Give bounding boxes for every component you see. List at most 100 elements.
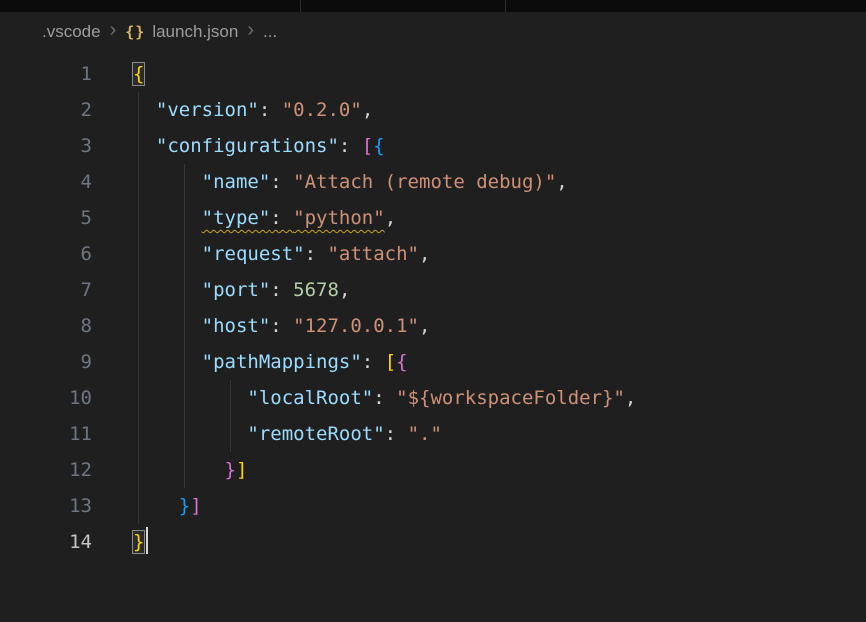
- code-line[interactable]: 3 "configurations": [{: [0, 128, 866, 164]
- indent-guide: [138, 344, 139, 380]
- code-line[interactable]: 13 }]: [0, 488, 866, 524]
- code-token: [133, 171, 202, 193]
- code-line[interactable]: 6 "request": "attach",: [0, 236, 866, 272]
- code-line[interactable]: 14}: [0, 524, 866, 560]
- code-line[interactable]: 12 }]: [0, 452, 866, 488]
- code-token: "attach": [327, 243, 419, 265]
- breadcrumb-folder[interactable]: .vscode: [42, 22, 101, 42]
- matched-bracket: {: [133, 63, 144, 85]
- code-token: [133, 459, 225, 481]
- code-token: "name": [202, 171, 271, 193]
- code-token: 5678: [293, 279, 339, 301]
- code-line[interactable]: 9 "pathMappings": [{: [0, 344, 866, 380]
- line-number[interactable]: 6: [0, 236, 92, 272]
- code-token: "pathMappings": [202, 351, 362, 373]
- code-token: :: [270, 207, 293, 229]
- code-token: :: [339, 135, 362, 157]
- code-line[interactable]: 4 "name": "Attach (remote debug)",: [0, 164, 866, 200]
- code-token: {: [373, 135, 384, 157]
- code-line-content[interactable]: "host": "127.0.0.1",: [92, 308, 866, 344]
- code-token: }: [179, 495, 190, 517]
- breadcrumb-more[interactable]: ...: [263, 22, 277, 42]
- code-line[interactable]: 1{: [0, 56, 866, 92]
- line-number[interactable]: 8: [0, 308, 92, 344]
- indent-guide: [184, 380, 185, 416]
- indent-guide: [138, 236, 139, 272]
- indent-guide: [184, 164, 185, 200]
- code-line-content[interactable]: "localRoot": "${workspaceFolder}",: [92, 380, 866, 416]
- code-token: :: [305, 243, 328, 265]
- code-line-content[interactable]: "type": "python",: [92, 200, 866, 236]
- code-token: [133, 351, 202, 373]
- code-token: "request": [202, 243, 305, 265]
- code-line-content[interactable]: "version": "0.2.0",: [92, 92, 866, 128]
- code-line-content[interactable]: }: [92, 524, 866, 560]
- line-number[interactable]: 1: [0, 56, 92, 92]
- line-number[interactable]: 4: [0, 164, 92, 200]
- code-token: "type": [202, 207, 271, 229]
- code-token: [133, 279, 202, 301]
- code-token: "0.2.0": [282, 99, 362, 121]
- code-token: :: [362, 351, 385, 373]
- code-line-content[interactable]: "request": "attach",: [92, 236, 866, 272]
- code-token: "Attach (remote debug)": [293, 171, 556, 193]
- line-number[interactable]: 9: [0, 344, 92, 380]
- code-editor[interactable]: 1{2 "version": "0.2.0",3 "configurations…: [0, 52, 866, 560]
- line-number[interactable]: 14: [0, 524, 92, 560]
- code-token: [: [385, 351, 396, 373]
- code-token: :: [259, 99, 282, 121]
- code-token: "python": [293, 207, 385, 229]
- code-line-content[interactable]: "pathMappings": [{: [92, 344, 866, 380]
- code-line[interactable]: 10 "localRoot": "${workspaceFolder}",: [0, 380, 866, 416]
- line-number[interactable]: 13: [0, 488, 92, 524]
- code-token: ]: [190, 495, 201, 517]
- line-number[interactable]: 10: [0, 380, 92, 416]
- code-token: ,: [419, 315, 430, 337]
- code-line[interactable]: 7 "port": 5678,: [0, 272, 866, 308]
- indent-guide: [184, 272, 185, 308]
- code-line-content[interactable]: {: [92, 56, 866, 92]
- code-line[interactable]: 2 "version": "0.2.0",: [0, 92, 866, 128]
- breadcrumb-file[interactable]: launch.json: [152, 22, 238, 42]
- code-token: "127.0.0.1": [293, 315, 419, 337]
- code-token: {: [396, 351, 407, 373]
- code-line[interactable]: 8 "host": "127.0.0.1",: [0, 308, 866, 344]
- code-token: "host": [202, 315, 271, 337]
- indent-guide: [138, 452, 139, 488]
- line-number[interactable]: 2: [0, 92, 92, 128]
- code-token: ,: [339, 279, 350, 301]
- code-token: ".": [408, 423, 442, 445]
- code-token: [133, 135, 156, 157]
- indent-guide: [184, 308, 185, 344]
- code-token: ,: [556, 171, 567, 193]
- line-number[interactable]: 7: [0, 272, 92, 308]
- code-line-content[interactable]: "name": "Attach (remote debug)",: [92, 164, 866, 200]
- line-number[interactable]: 11: [0, 416, 92, 452]
- code-lines[interactable]: 1{2 "version": "0.2.0",3 "configurations…: [0, 56, 866, 560]
- line-number[interactable]: 3: [0, 128, 92, 164]
- code-line-content[interactable]: }]: [92, 452, 866, 488]
- code-token: [133, 99, 156, 121]
- tab-separator: [300, 0, 301, 12]
- code-line[interactable]: 5 "type": "python",: [0, 200, 866, 236]
- code-token: "localRoot": [247, 387, 373, 409]
- line-number[interactable]: 5: [0, 200, 92, 236]
- text-cursor: [146, 527, 148, 554]
- code-line[interactable]: 11 "remoteRoot": ".": [0, 416, 866, 452]
- indent-guide: [184, 452, 185, 488]
- breadcrumb: .vscode › {} launch.json › ...: [0, 12, 866, 52]
- indent-guide: [184, 200, 185, 236]
- json-braces-icon: {}: [125, 23, 145, 41]
- code-token: }: [225, 459, 236, 481]
- code-line-content[interactable]: "remoteRoot": ".": [92, 416, 866, 452]
- code-line-content[interactable]: "configurations": [{: [92, 128, 866, 164]
- indent-guide: [138, 308, 139, 344]
- code-line-content[interactable]: "port": 5678,: [92, 272, 866, 308]
- indent-guide: [230, 416, 231, 452]
- line-number[interactable]: 12: [0, 452, 92, 488]
- tab-bar: [0, 0, 866, 12]
- chevron-right-icon: ›: [247, 20, 254, 40]
- code-line-content[interactable]: }]: [92, 488, 866, 524]
- code-token: [133, 315, 202, 337]
- code-token: :: [373, 387, 396, 409]
